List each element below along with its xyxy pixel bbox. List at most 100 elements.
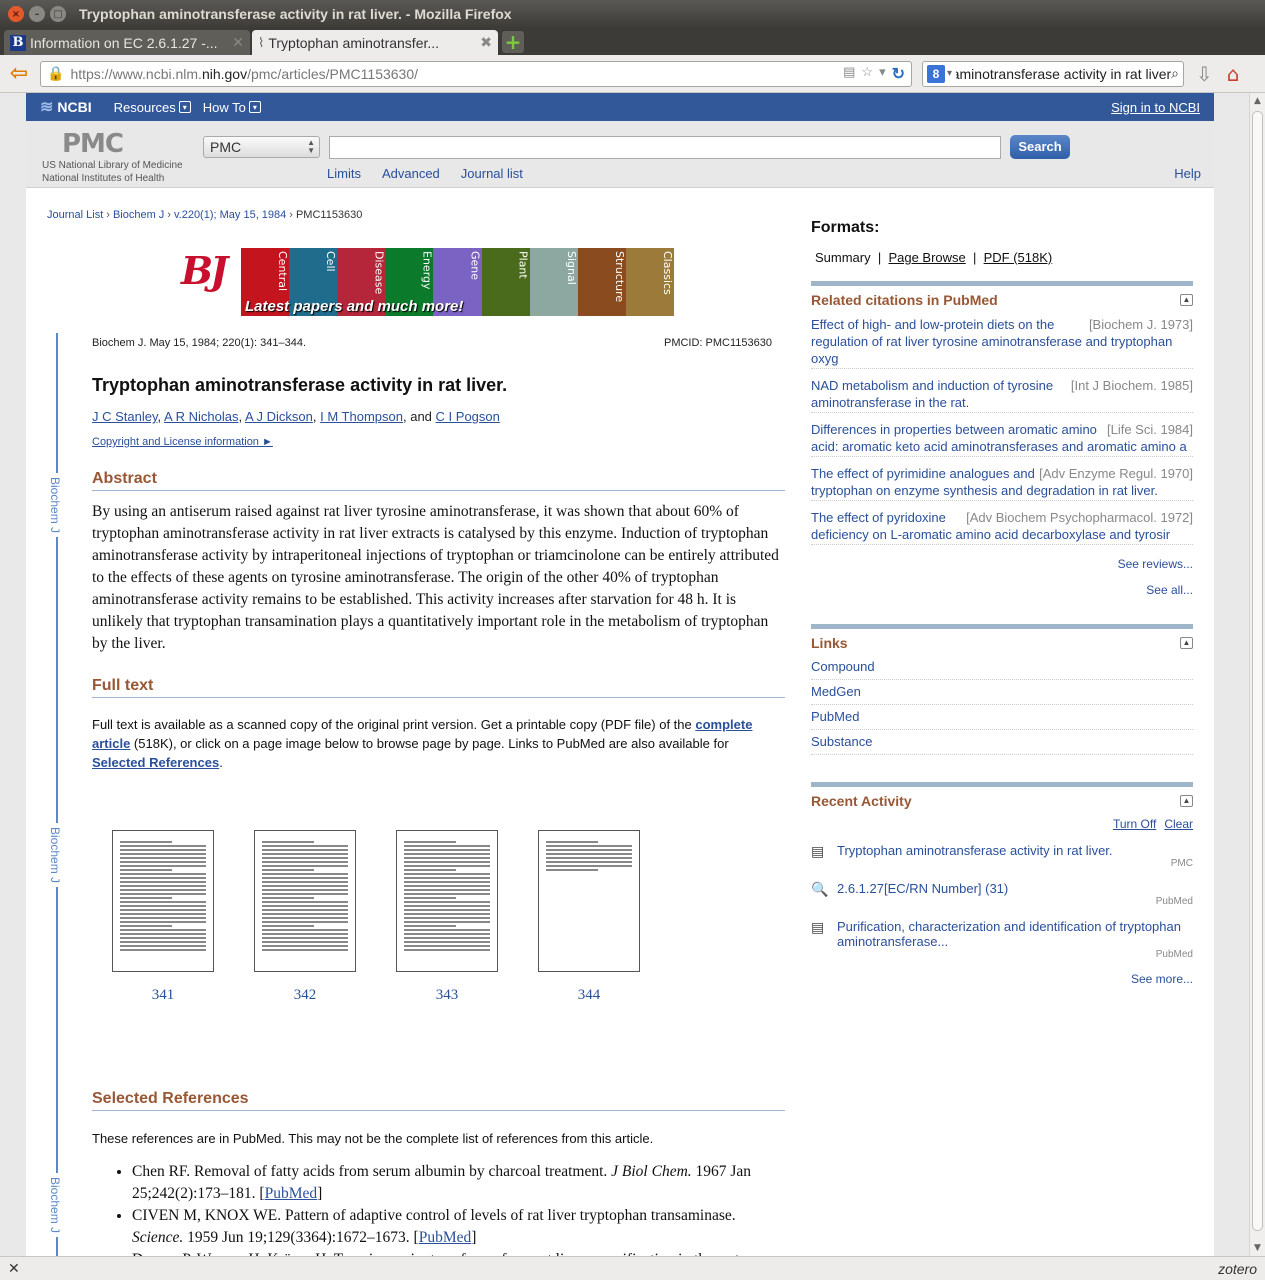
scroll-down-icon[interactable]: ▼ [1250,1240,1265,1256]
page-number-link[interactable]: 341 [112,987,214,1004]
author-list: J C Stanley, A R Nicholas, A J Dickson, … [92,409,500,424]
collapse-icon[interactable]: ▲ [1180,294,1193,306]
author-link[interactable]: A R Nicholas [164,409,238,424]
reader-icon[interactable]: ▤ [843,64,855,84]
citation-source: [Life Sci. 1984] [1107,422,1193,437]
pmc-logo[interactable]: PMC US National Library of Medicine Nati… [42,129,183,185]
document-icon: ▤ [811,843,825,859]
pubmed-link[interactable]: PubMed [265,1185,318,1202]
breadcrumb-journal[interactable]: Biochem J [113,209,164,221]
tab-pmc-article[interactable]: ⌇ Tryptophan aminotransfer... ✖ [252,30,498,55]
search-engine-dropdown-icon[interactable]: ▾ [947,68,952,79]
clear-link[interactable]: Clear [1164,817,1193,831]
limits-link[interactable]: Limits [327,166,361,181]
vertical-scrollbar[interactable]: ▲ ▼ [1249,93,1265,1256]
collapse-icon[interactable]: ▲ [1180,795,1193,807]
search-input[interactable] [329,136,1001,159]
pmcid: PMCID: PMC1153630 [663,337,772,349]
window-maximize-button[interactable]: □ [50,6,66,22]
page-image[interactable] [396,830,498,972]
tab-brenda[interactable]: B Information on EC 2.6.1.27 -... ✕ [4,30,250,55]
page-number-link[interactable]: 342 [254,987,356,1004]
selected-references-link[interactable]: Selected References [92,755,219,770]
author-link[interactable]: I M Thompson [320,409,403,424]
page-number-link[interactable]: 343 [396,987,498,1004]
tab-close-icon[interactable]: ✕ [232,34,244,51]
collapse-icon[interactable]: ▲ [1180,637,1193,649]
see-reviews-link[interactable]: See reviews... [1118,557,1193,571]
google-icon[interactable]: 8 [927,64,945,83]
breadcrumb-issue[interactable]: v.220(1); May 15, 1984 [174,209,286,221]
link-pubmed[interactable]: PubMed [811,709,859,724]
recent-link[interactable]: 2.6.1.27[EC/RN Number] (31) [837,881,1008,896]
url-bar[interactable]: 🔒 https://www.ncbi.nlm.nih.gov/pmc/artic… [40,60,912,87]
close-addon-bar-icon[interactable]: ✕ [8,1260,20,1277]
browser-search-bar[interactable]: 8 ▾ Tryptophan aminotransferase activity… [922,60,1184,87]
author-link[interactable]: C I Pogson [436,409,500,424]
chevron-down-icon: ▾ [248,101,261,113]
fulltext-heading: Full text [92,677,785,698]
page-image[interactable] [112,830,214,972]
see-more-link[interactable]: See more... [1131,972,1193,986]
resources-menu[interactable]: Resources ▾ [114,100,191,115]
related-citation-link[interactable]: NAD metabolism and induction of tyrosine… [811,378,1053,410]
window-minimize-button[interactable]: – [29,6,45,22]
page-thumbnail[interactable]: 341 [112,830,214,1004]
scrollbar-thumb[interactable] [1252,111,1263,1231]
journal-banner[interactable]: BJ Central Cell Disease Energy Gene Plant Sign… [181,248,674,316]
page-thumbnail[interactable]: 344 [538,830,640,1004]
banner-strip: Central Cell Disease Energy Gene Plant Signal S… [241,248,674,316]
recent-link[interactable]: Tryptophan aminotransferase activity in … [837,843,1113,858]
page-image[interactable] [254,830,356,972]
reload-icon[interactable]: ↻ [892,64,905,84]
back-arrow-icon[interactable]: ⇦ [6,61,32,87]
database-select[interactable]: PMC ▲ ▼ [203,136,320,158]
recent-source: PMC [1170,858,1193,869]
page-image[interactable] [538,830,640,972]
author-link[interactable]: A J Dickson [245,409,313,424]
new-tab-button[interactable]: + [502,30,524,54]
page-thumbnail[interactable]: 342 [254,830,356,1004]
breadcrumb-journal-list[interactable]: Journal List [47,209,103,221]
page-number-link[interactable]: 344 [538,987,640,1004]
page-thumbnail[interactable]: 343 [396,830,498,1004]
banner-cell[interactable]: Plant [481,248,530,316]
advanced-link[interactable]: Advanced [382,166,440,181]
bookmark-star-icon[interactable]: ☆ [861,64,873,84]
search-button[interactable]: Search [1010,135,1070,159]
article-title: Tryptophan aminotransferase activity in … [92,375,508,395]
references-heading: Selected References [92,1090,785,1111]
help-link[interactable]: Help [1174,166,1201,181]
copyright-link[interactable]: Copyright and License information ► [92,436,273,448]
format-page-browse-link[interactable]: Page Browse [888,250,965,265]
banner-cell[interactable]: Structure [577,248,626,316]
format-pdf-link[interactable]: PDF (518K) [984,250,1053,265]
ncbi-logo[interactable]: ≋ NCBI [40,97,92,117]
journal-list-link[interactable]: Journal list [461,166,523,181]
search-icon[interactable]: ⌕ [1171,65,1179,82]
zotero-label[interactable]: zotero [1218,1261,1257,1277]
recent-source: PubMed [1155,949,1193,960]
download-icon[interactable]: ⇩ [1196,62,1213,86]
banner-cell[interactable]: Signal [529,248,578,316]
sign-in-link[interactable]: Sign in to NCBI [1111,100,1200,115]
link-substance[interactable]: Substance [811,734,872,749]
turn-off-link[interactable]: Turn Off [1113,817,1156,831]
web-page: ≋ NCBI Resources ▾ How To ▾ Sign in to NCBI… [26,93,1214,1256]
see-all-link[interactable]: See all... [1146,583,1193,597]
link-medgen[interactable]: MedGen [811,684,861,699]
author-link[interactable]: J C Stanley [92,409,158,424]
dropdown-arrow-icon[interactable]: ▾ [879,64,886,84]
recent-link[interactable]: Purification, characterization and ident… [837,919,1181,949]
pubmed-link[interactable]: PubMed [419,1229,472,1246]
banner-cell[interactable]: Classics [625,248,674,316]
window-close-button[interactable]: × [8,6,24,22]
scroll-up-icon[interactable]: ▲ [1250,93,1265,109]
tab-close-icon[interactable]: ✖ [480,34,492,51]
link-compound[interactable]: Compound [811,659,875,674]
how-to-menu[interactable]: How To ▾ [203,100,261,115]
fulltext-paragraph: Full text is available as a scanned copy… [92,717,753,770]
citation-source: [Biochem J. 1973] [1088,317,1193,332]
article: Biochem J. May 15, 1984; 220(1): 341–344… [92,333,785,1256]
home-icon[interactable]: ⌂ [1227,62,1240,86]
